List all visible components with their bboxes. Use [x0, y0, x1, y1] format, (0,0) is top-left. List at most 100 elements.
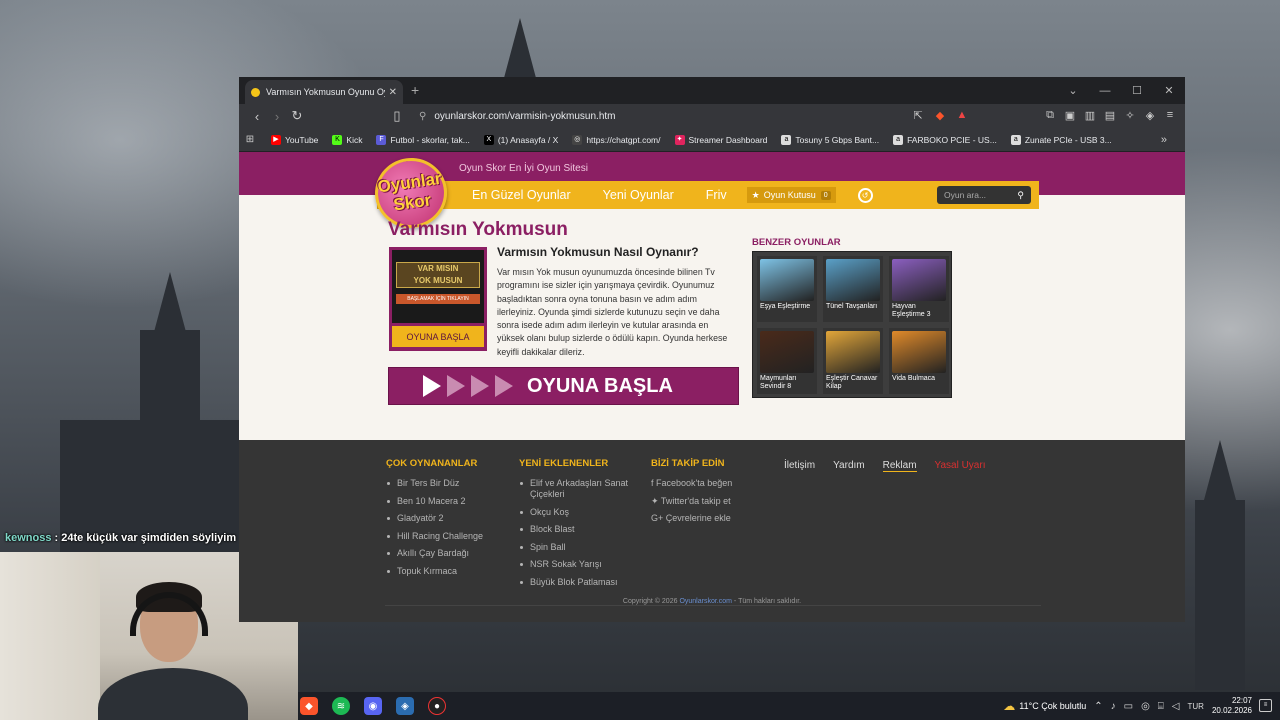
footer-link[interactable]: Bir Ters Bir Düz [386, 478, 483, 489]
twitter-link[interactable]: ✦ Twitter'da takip et [651, 496, 732, 507]
bookmark-kick[interactable]: K Kick [332, 134, 362, 145]
chat-text: : 24te küçük var şimdiden söyliyim [51, 532, 237, 544]
footer-help-link[interactable]: Yardım [833, 460, 865, 472]
footer-link[interactable]: Gladyatör 2 [386, 513, 483, 524]
new-tab-icon[interactable]: + [411, 82, 419, 98]
extensions-icon[interactable]: ⧉ [1043, 107, 1057, 123]
footer-link[interactable]: Spin Ball [519, 542, 629, 553]
close-tab-icon[interactable]: ✕ [389, 87, 397, 98]
obs-icon[interactable]: ● [428, 697, 446, 715]
footer-link[interactable]: Hill Racing Challenge [386, 531, 483, 542]
window-list-icon[interactable]: ⌄ [1057, 77, 1089, 104]
google-plus-link[interactable]: G+ Çevrelerine ekle [651, 513, 732, 524]
menu-item-friv[interactable]: Friv [706, 188, 727, 202]
tab-strip: Varmısın Yokmusun Oyunu Oyna ✕ + ⌄ — ☐ ✕ [239, 77, 1185, 104]
bookmark-tosuny[interactable]: a Tosuny 5 Gbps Bant... [781, 134, 879, 145]
footer-col-title: BİZİ TAKİP EDİN [651, 458, 725, 469]
similar-game-card[interactable]: Eşleştir Canavar Kilap [823, 328, 883, 394]
copyright-site-link[interactable]: Oyunlarskor.com [679, 598, 732, 605]
similar-game-card[interactable]: Eşya Eşleştirme [757, 256, 817, 322]
mic-icon[interactable]: ♪ [1111, 701, 1116, 712]
similar-game-card[interactable]: Vida Bulmaca [889, 328, 949, 394]
footer-link[interactable]: NSR Sokak Yarışı [519, 559, 629, 570]
weather-widget[interactable]: ☁ 11°C Çok bulutlu [1003, 699, 1086, 713]
bookmark-icon[interactable]: ▯ [387, 108, 407, 124]
chatgpt-icon: ◎ [572, 134, 583, 145]
bookmark-chatgpt[interactable]: ◎ https://chatgpt.com/ [572, 134, 661, 145]
site-info-icon[interactable]: ⚲ [419, 111, 426, 122]
clock[interactable]: 22:07 20.02.2026 [1212, 696, 1252, 716]
bookmark-futbol[interactable]: F Futbol - skorlar, tak... [376, 134, 470, 145]
address-bar[interactable]: ⚲ oyunlarskor.com/varmisin-yokmusun.htm [415, 106, 905, 126]
bookmark-x[interactable]: X (1) Anasayfa / X [483, 134, 558, 145]
more-bookmarks-icon[interactable]: » [1161, 134, 1167, 146]
maximize-icon[interactable]: ☐ [1121, 77, 1153, 104]
sidebar-icon[interactable]: ▥ [1083, 107, 1097, 123]
similar-game-card[interactable]: Tünel Tavşanları [823, 256, 883, 322]
futbol-icon: F [376, 134, 387, 145]
footer-link[interactable]: Ben 10 Macera 2 [386, 496, 483, 507]
bookmark-zunate[interactable]: a Zunate PCIe - USB 3... [1010, 134, 1112, 145]
play-button-small[interactable]: OYUNA BAŞLA [392, 326, 484, 347]
chevron-up-icon[interactable]: ⌃ [1094, 701, 1102, 712]
close-window-icon[interactable]: ✕ [1153, 77, 1185, 104]
discord-icon[interactable]: ◉ [364, 697, 382, 715]
game-thumbnail[interactable]: VAR MISIN YOK MUSUN BAŞLAMAK İÇİN TIKLAYI… [389, 247, 487, 351]
play-button-label: OYUNA BAŞLA [527, 374, 673, 397]
spotify-icon[interactable]: ≋ [332, 697, 350, 715]
vpn-icon[interactable]: ◈ [1143, 107, 1157, 123]
amazon-icon: a [1010, 134, 1021, 145]
forward-icon[interactable]: › [267, 109, 287, 124]
back-icon[interactable]: ‹ [247, 109, 267, 124]
wallet-icon[interactable]: ▤ [1103, 107, 1117, 123]
volume-icon[interactable]: ◁ [1172, 701, 1180, 712]
network-icon[interactable]: ⌸ [1158, 701, 1164, 712]
footer-ads-link[interactable]: Reklam [882, 460, 917, 472]
footer-link[interactable]: Büyük Blok Patlaması [519, 577, 629, 588]
menu-item-en-guzel[interactable]: En Güzel Oyunlar [472, 188, 571, 202]
castle-spire-top [504, 18, 536, 78]
game-name: Eşleştir Canavar Kilap [826, 375, 878, 390]
reload-icon[interactable]: ↻ [287, 108, 307, 124]
footer-link[interactable]: Akıllı Çay Bardağı [386, 548, 483, 559]
search-input[interactable] [944, 190, 1014, 200]
castle-tower-right [1195, 500, 1245, 690]
facebook-link[interactable]: f Facebook'ta beğen [651, 478, 732, 489]
footer-link[interactable]: Elif ve Arkadaşları Sanat Çiçekleri [519, 478, 629, 500]
game-thumb-image [760, 259, 814, 301]
notifications-icon[interactable]: ≡ [1259, 699, 1272, 712]
menu-item-yeni[interactable]: Yeni Oyunlar [603, 188, 674, 202]
footer-link[interactable]: Okçu Koş [519, 507, 629, 518]
leo-ai-icon[interactable]: ✧ [1123, 107, 1137, 123]
minimize-icon[interactable]: — [1089, 77, 1121, 104]
play-button-large[interactable]: OYUNA BAŞLA [388, 367, 739, 405]
search-icon[interactable]: ⚲ [1017, 190, 1024, 201]
brave-icon[interactable]: ◆ [300, 697, 318, 715]
similar-game-card[interactable]: Hayvan Eşleştirme 3 [889, 256, 949, 322]
screenshot-icon[interactable]: ▣ [1063, 107, 1077, 123]
random-game-icon[interactable]: ↺ [857, 187, 873, 203]
bookmark-streamer-dashboard[interactable]: ✦ Streamer Dashboard [674, 134, 767, 145]
brave-rewards-icon[interactable]: ▲ [955, 107, 969, 123]
apps-icon[interactable]: ⊞ [245, 134, 259, 145]
bookmark-youtube[interactable]: ▶ YouTube [271, 134, 318, 145]
footer-legal-link[interactable]: Yasal Uyarı [935, 460, 986, 472]
display-icon[interactable]: ▭ [1124, 701, 1133, 712]
game-box-button[interactable]: ★ Oyun Kutusu 0 [746, 187, 836, 203]
app-icon[interactable]: ◈ [396, 697, 414, 715]
how-to-text: Var mısın Yok musun oyunumuzda öncesinde… [497, 267, 728, 357]
bookmark-farboko[interactable]: a FARBOKO PCIE - US... [893, 134, 997, 145]
menu-icon[interactable]: ≡ [1163, 107, 1177, 123]
location-icon[interactable]: ◎ [1141, 701, 1150, 712]
footer-link[interactable]: Block Blast [519, 524, 629, 535]
footer-link[interactable]: Topuk Kırmaca [386, 566, 483, 577]
footer-contact-link[interactable]: İletişim [784, 460, 815, 472]
browser-tab[interactable]: Varmısın Yokmusun Oyunu Oyna ✕ [245, 80, 403, 104]
share-icon[interactable]: ⇱ [911, 107, 925, 123]
stream-chat-message: kewnoss : 24te küçük var şimdiden söyliy… [5, 532, 236, 544]
language-indicator[interactable]: TUR [1188, 702, 1204, 711]
similar-game-card[interactable]: Maymunları Sevindir 8 [757, 328, 817, 394]
weather-text: 11°C Çok bulutlu [1019, 701, 1087, 711]
similar-games: BENZER OYUNLAR Eşya Eşleştirme Tünel Tav… [752, 237, 952, 398]
brave-shield-icon[interactable]: ◆ [933, 107, 947, 123]
